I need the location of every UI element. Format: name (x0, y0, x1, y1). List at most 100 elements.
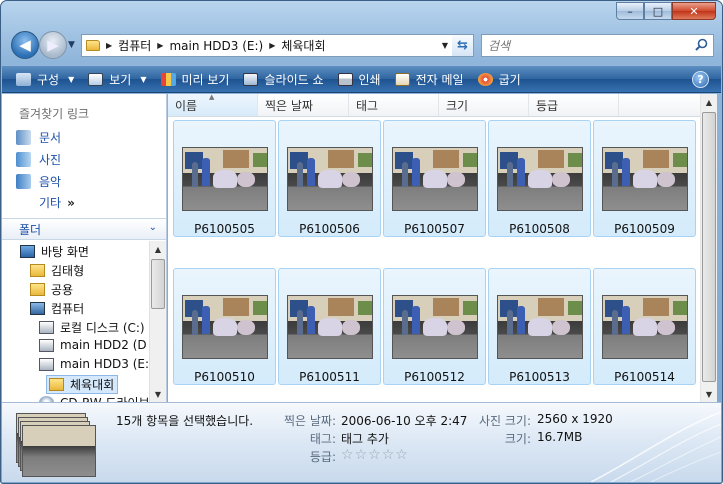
photo-preview (602, 295, 688, 359)
user-folder-icon (30, 264, 45, 277)
scroll-up-icon[interactable]: ▲ (150, 241, 166, 257)
photo-preview (497, 295, 583, 359)
file-list-scrollbar[interactable]: ▲ ▼ (700, 94, 717, 402)
tree-item-drive-e[interactable]: main HDD3 (E:) (39, 357, 148, 371)
tree-item-label: main HDD3 (E:) (60, 357, 148, 371)
forward-button[interactable]: ▶ (39, 31, 67, 59)
decorative-swirl (590, 411, 721, 482)
breadcrumb-computer[interactable]: 컴퓨터 (118, 37, 151, 54)
file-thumbnail[interactable]: P6100505 (173, 120, 276, 237)
organize-label: 구성 (37, 72, 60, 87)
details-pane: 15개 항목을 선택했습니다. 찍은 날짜: 2006-06-10 오후 2:4… (2, 402, 721, 482)
drive-icon (39, 357, 54, 371)
file-thumbnail[interactable]: P6100511 (278, 268, 381, 385)
file-name: P6100511 (299, 370, 360, 384)
star-icon[interactable]: ☆ (395, 447, 408, 463)
tree-item-drive-c[interactable]: 로컬 디스크 (C:) (39, 319, 145, 336)
column-name[interactable]: 이름 ▲ (168, 93, 258, 116)
file-thumbnail[interactable]: P6100510 (173, 268, 276, 385)
star-icon[interactable]: ☆ (382, 447, 395, 463)
preview-button[interactable]: 미리 보기 (160, 71, 229, 88)
scroll-up-icon[interactable]: ▲ (701, 94, 717, 110)
breadcrumb-drive[interactable]: main HDD3 (E:) (169, 39, 263, 53)
tree-item-label: CD-RW 드라이브 (60, 394, 148, 402)
tree-item-drive-d[interactable]: main HDD2 (D:) (39, 338, 148, 352)
burn-button[interactable]: 굽기 (477, 71, 521, 88)
dimensions-label: 사진 크기: (478, 414, 531, 428)
tags-value[interactable]: 태그 추가 (341, 430, 389, 447)
column-date-taken[interactable]: 찍은 날짜 (258, 94, 349, 116)
rating-stars[interactable]: ☆ ☆ ☆ ☆ ☆ (341, 447, 409, 463)
close-button[interactable]: ✕ (672, 2, 716, 20)
address-bar[interactable]: ▶ 컴퓨터 ▶ main HDD3 (E:) ▶ 체육대회 ▼ (81, 34, 453, 57)
view-icon (88, 72, 104, 86)
slideshow-button[interactable]: 슬라이드 쇼 (243, 71, 324, 88)
file-thumbnail[interactable]: P6100507 (383, 120, 486, 237)
column-rating[interactable]: 등급 (529, 94, 619, 116)
photo-preview (182, 147, 268, 211)
music-icon (16, 174, 31, 189)
chevron-right-icon[interactable]: ▶ (269, 41, 275, 50)
tree-item-sports-folder[interactable]: 체육대회 (46, 375, 119, 394)
file-thumbnail[interactable]: P6100514 (593, 268, 696, 385)
file-thumbnail[interactable]: P6100508 (488, 120, 591, 237)
tree-item-label: 김태형 (51, 264, 85, 278)
sort-ascending-icon: ▲ (209, 93, 215, 101)
favorite-music[interactable]: 음악 (16, 173, 61, 190)
file-thumbnail[interactable]: P6100513 (488, 268, 591, 385)
favorite-pictures[interactable]: 사진 (16, 151, 61, 168)
print-button[interactable]: 인쇄 (337, 71, 381, 88)
more-label: 기타 (39, 196, 62, 210)
arrow-right-icon: ▶ (47, 36, 59, 54)
breadcrumb-folder[interactable]: 체육대회 (281, 37, 325, 54)
star-icon[interactable]: ☆ (341, 447, 354, 463)
scroll-down-icon[interactable]: ▼ (150, 386, 166, 402)
computer-icon (30, 302, 45, 315)
minimize-button[interactable]: – (616, 2, 644, 20)
search-input[interactable] (488, 38, 688, 53)
help-icon[interactable]: ? (692, 71, 709, 88)
organize-button[interactable]: 구성 ▼ (16, 71, 74, 88)
tree-item-desktop[interactable]: 바탕 화면 (20, 243, 89, 260)
view-button[interactable]: 보기 ▼ (88, 71, 147, 88)
slideshow-icon (243, 72, 259, 86)
photo-preview (287, 147, 373, 211)
scrollbar-thumb[interactable] (151, 259, 165, 309)
tree-item-computer[interactable]: 컴퓨터 (30, 300, 84, 317)
tags-label: 태그: (309, 432, 336, 446)
folder-tree-scrollbar[interactable]: ▲ ▼ (149, 241, 166, 402)
arrow-left-icon: ◀ (19, 36, 31, 54)
scrollbar-thumb[interactable] (702, 112, 716, 382)
tree-item-public[interactable]: 공용 (30, 281, 73, 298)
maximize-button[interactable]: □ (644, 2, 672, 20)
column-tags[interactable]: 태그 (349, 94, 439, 116)
favorites-more-link[interactable]: 기타 » (39, 194, 75, 211)
back-button[interactable]: ◀ (11, 31, 39, 59)
date-taken-value[interactable]: 2006-06-10 오후 2:47 (341, 412, 467, 429)
search-icon[interactable] (695, 38, 708, 51)
refresh-button[interactable]: ⇆ (452, 34, 474, 57)
chevron-right-icon[interactable]: ▶ (106, 41, 112, 50)
file-thumbnail[interactable]: P6100512 (383, 268, 486, 385)
email-button[interactable]: 전자 메일 (394, 71, 464, 88)
scroll-down-icon[interactable]: ▼ (701, 386, 717, 402)
navigation-pane: 즐겨찾기 링크 문서 사진 음악 기타» 폴더 ⌄ 바탕 화면 김태형 공용 컴… (2, 94, 167, 402)
favorite-label: 음악 (39, 175, 62, 189)
email-label: 전자 메일 (415, 72, 464, 87)
chevron-right-icon[interactable]: ▶ (157, 41, 163, 50)
tree-item-user[interactable]: 김태형 (30, 262, 84, 279)
file-thumbnail[interactable]: P6100506 (278, 120, 381, 237)
file-thumbnail[interactable]: P6100509 (593, 120, 696, 237)
column-label: 태그 (356, 98, 379, 113)
star-icon[interactable]: ☆ (355, 447, 368, 463)
folders-header[interactable]: 폴더 ⌄ (2, 218, 166, 240)
tree-item-label: 컴퓨터 (51, 302, 85, 316)
column-size[interactable]: 크기 (439, 94, 529, 116)
recent-pages-dropdown[interactable]: ▼ (68, 40, 75, 50)
favorite-documents[interactable]: 문서 (16, 129, 61, 146)
star-icon[interactable]: ☆ (368, 447, 381, 463)
address-dropdown-icon[interactable]: ▼ (442, 41, 448, 50)
tree-item-label: 바탕 화면 (41, 245, 89, 259)
photo-preview (287, 295, 373, 359)
tree-item-cd-drive[interactable]: CD-RW 드라이브 (39, 394, 148, 402)
